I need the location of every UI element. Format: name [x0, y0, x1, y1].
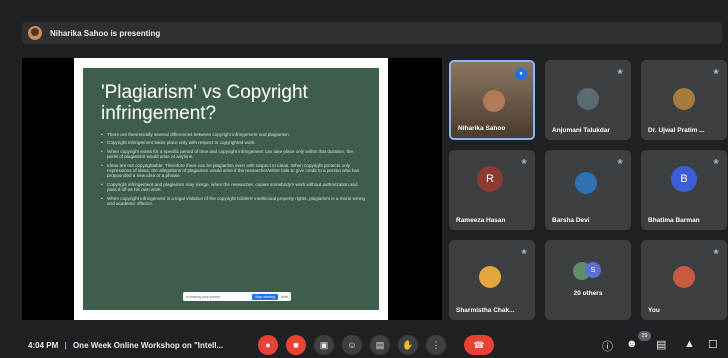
meeting-info: 4:04 PM | One Week Online Workshop on "I… [28, 341, 223, 350]
presentation-stage[interactable]: 'Plagiarism' vs Copyright infringement? … [22, 58, 442, 320]
participant-count-badge: 29 [638, 331, 651, 341]
toast-text: is sharing your screen [186, 294, 221, 299]
participant-name: Rameeza Hasan [456, 217, 506, 224]
mic-muted-icon: ❀ [713, 69, 719, 76]
people-icon: ☻ [626, 338, 638, 350]
slide-bullet: Ideas are not copyrightable. Therefore t… [101, 163, 365, 179]
separator: | [64, 341, 67, 350]
presenter-avatar [28, 26, 42, 40]
microphone-toggle-button[interactable]: ● [258, 335, 278, 355]
participant-tile-bhatima[interactable]: ❀ B Bhatima Barman [641, 150, 727, 230]
mic-muted-icon: ❀ [713, 159, 719, 166]
participant-avatar [479, 266, 501, 288]
more-vert-icon: ⋮ [431, 339, 441, 350]
mic-muted-icon: ❀ [617, 159, 623, 166]
others-avatar-stack: S [585, 262, 601, 278]
more-options-button[interactable]: ⋮ [426, 335, 446, 355]
stop-sharing-button[interactable]: Stop sharing [252, 293, 278, 300]
chat-button[interactable]: ▤ [656, 338, 666, 351]
participant-avatar [575, 172, 597, 194]
lock-icon: ☐ [708, 339, 718, 351]
raise-hand-button[interactable]: ✋ [398, 335, 418, 355]
hand-icon: ✋ [402, 339, 414, 350]
participant-initial-avatar: B [671, 166, 697, 192]
participant-tile-rameeza[interactable]: ❀ R Rameeza Hasan [449, 150, 535, 230]
participant-name: Barsha Devi [552, 217, 590, 224]
participant-initial-avatar: R [477, 166, 503, 192]
participant-tile-anjumani[interactable]: ❀ Anjumani Talukdar [545, 60, 631, 140]
mic-off-icon: ● [265, 340, 271, 350]
participant-name: Dr. Ujwal Pratim ... [648, 127, 705, 134]
others-tile[interactable]: S 20 others [545, 240, 631, 320]
activities-button[interactable]: ▲ [684, 338, 695, 350]
speaking-indicator-icon: ● [515, 68, 527, 80]
info-icon: ⓘ [602, 341, 613, 353]
participant-name: Bhatima Barman [648, 217, 700, 224]
slide-bullet: When copyright exists for a specific per… [101, 149, 365, 160]
host-controls-button[interactable]: ☐ [708, 338, 718, 351]
participant-tile-ujwal[interactable]: ❀ Dr. Ujwal Pratim ... [641, 60, 727, 140]
slide-bullet: Copyright infringement and plagiarism ma… [101, 182, 365, 193]
slide-bullet: When copyright infringement is a legal v… [101, 196, 365, 207]
slide-bullet: Copyright infringement takes place only … [101, 140, 365, 146]
self-name: You [648, 307, 660, 314]
camera-toggle-button[interactable]: ■ [286, 335, 306, 355]
participant-face [483, 90, 505, 112]
phone-hangup-icon: ☎ [473, 339, 485, 350]
mic-muted-icon: ❀ [521, 249, 527, 256]
present-screen-button[interactable]: ▤ [370, 335, 390, 355]
slide-content: 'Plagiarism' vs Copyright infringement? … [83, 68, 379, 310]
camera-off-icon: ■ [293, 340, 299, 350]
participant-name: Anjumani Talukdar [552, 127, 611, 134]
participant-tile-barsha[interactable]: ❀ Barsha Devi [545, 150, 631, 230]
slide-title: 'Plagiarism' vs Copyright infringement? [101, 82, 308, 124]
participant-avatar [577, 88, 599, 110]
activities-icon: ▲ [684, 338, 695, 350]
present-icon: ▤ [375, 339, 385, 350]
participant-tile-sharmistha[interactable]: ❀ Sharmistha Chak... [449, 240, 535, 320]
participant-name: Niharika Sahoo [458, 125, 506, 132]
presenting-text: Niharika Sahoo is presenting [50, 28, 161, 38]
emoji-icon: ☺ [347, 340, 357, 350]
clock-time: 4:04 PM [28, 341, 59, 350]
people-button[interactable]: ☻ [626, 338, 638, 350]
participant-tile-niharika[interactable]: ● Niharika Sahoo [449, 60, 535, 140]
hide-toast-button[interactable]: Hide [281, 295, 288, 299]
emoji-reaction-button[interactable]: ☺ [342, 335, 362, 355]
others-count: 20 others [573, 290, 603, 297]
mic-muted-icon: ❀ [521, 159, 527, 166]
meeting-title: One Week Online Workshop on "Intell... [72, 341, 224, 350]
captions-button[interactable]: ▣ [314, 335, 334, 355]
presenting-banner: Niharika Sahoo is presenting [22, 22, 722, 44]
participant-avatar [673, 88, 695, 110]
self-avatar [673, 266, 695, 288]
participant-name: Sharmistha Chak... [456, 307, 515, 314]
mic-muted-icon: ❀ [713, 249, 719, 256]
chat-icon: ▤ [656, 339, 667, 351]
shared-slide: 'Plagiarism' vs Copyright infringement? … [74, 58, 388, 320]
captions-icon: ▣ [319, 339, 329, 350]
slide-bullets: There are theoretically several differen… [101, 132, 365, 206]
slide-bullet: There are theoretically several differen… [101, 132, 365, 138]
self-tile[interactable]: ❀ You [641, 240, 727, 320]
leave-call-button[interactable]: ☎ [464, 335, 494, 355]
screen-share-toast: is sharing your screen Stop sharing Hide [183, 292, 291, 301]
meeting-controls-bar: 4:04 PM | One Week Online Workshop on "I… [0, 330, 728, 358]
mic-muted-icon: ❀ [617, 69, 623, 76]
meeting-details-button[interactable]: ⓘ [602, 338, 613, 354]
